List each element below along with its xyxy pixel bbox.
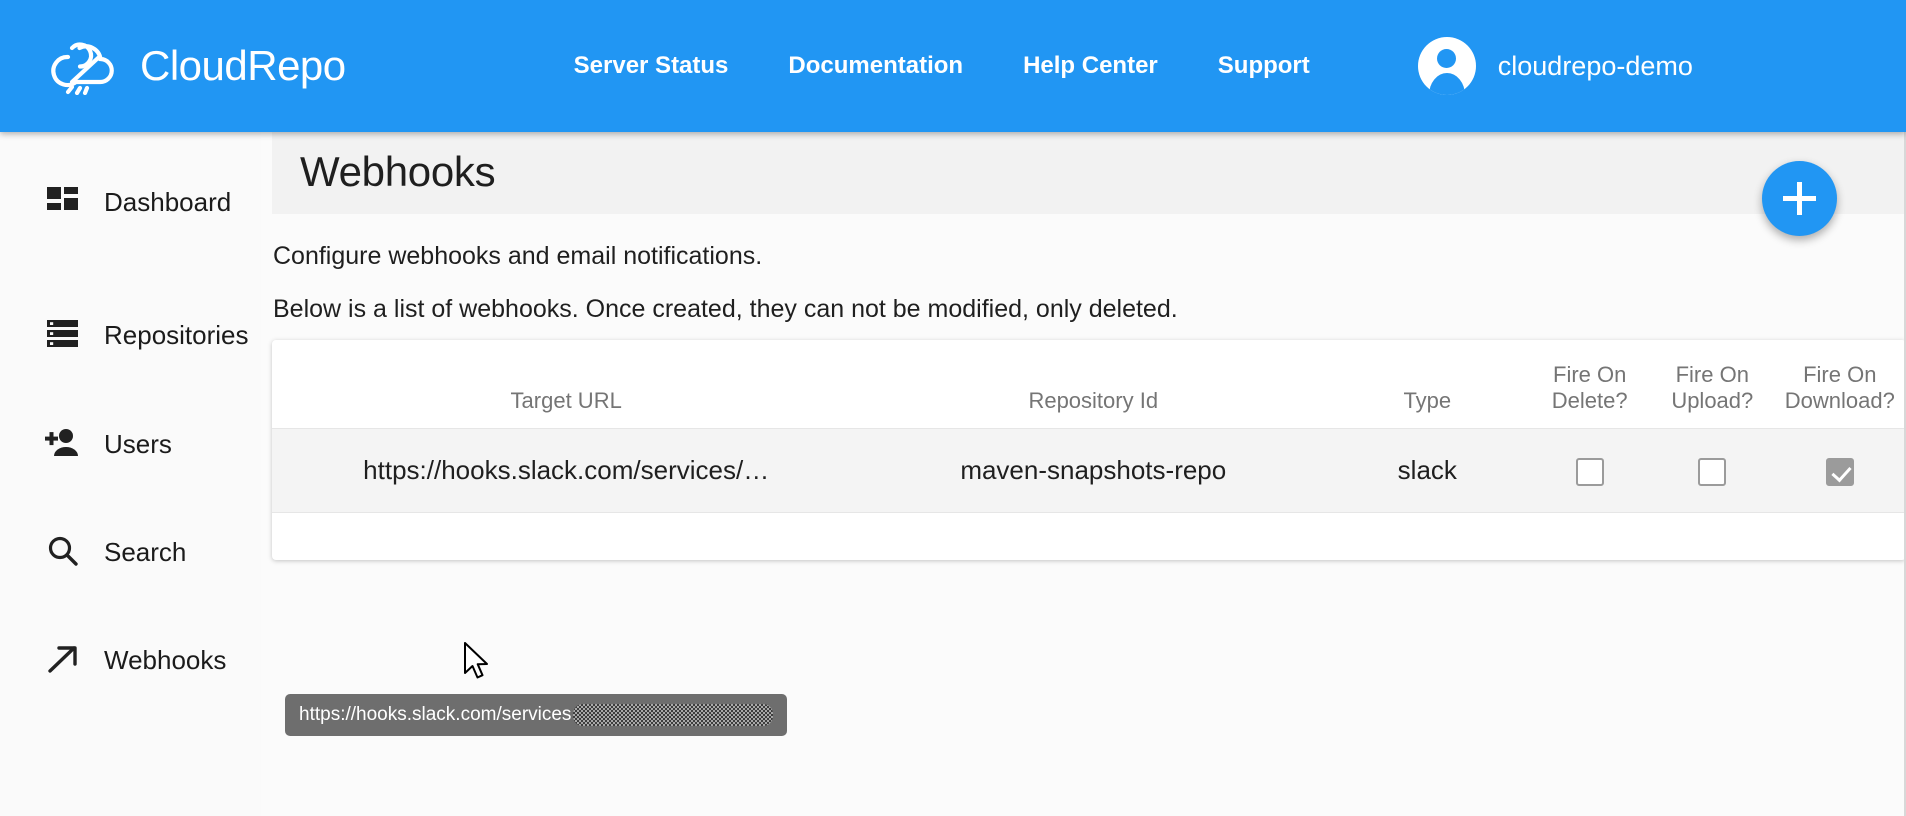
cell-fire-on-delete (1528, 428, 1651, 513)
target-url-tooltip: https://hooks.slack.com/services (285, 694, 788, 736)
checkbox-fire-on-download[interactable] (1825, 457, 1854, 486)
tooltip-redacted-region (573, 704, 774, 726)
cell-target-url[interactable]: https://hooks.slack.com/services/… (272, 428, 861, 513)
column-header-fire-on-download[interactable]: Fire On Download? (1773, 340, 1906, 429)
sidebar-item-dashboard[interactable]: Dashboard (44, 180, 231, 224)
webhooks-table: Target URL Repository Id Type Fire On De… (272, 340, 1906, 513)
table-header: Target URL Repository Id Type Fire On De… (272, 340, 1906, 429)
magnifier-icon (44, 533, 82, 571)
person-add-icon (44, 425, 82, 463)
cell-repository-id: maven-snapshots-repo (860, 428, 1327, 513)
page-title: Webhooks (300, 148, 496, 195)
sidebar-item-label: Search (104, 536, 187, 567)
checkbox-fire-on-upload[interactable] (1698, 457, 1727, 486)
sidebar-item-label: Users (104, 428, 172, 459)
table-row[interactable]: https://hooks.slack.com/services/… maven… (272, 428, 1906, 513)
column-header-fire-on-upload[interactable]: Fire On Upload? (1651, 340, 1774, 429)
nav-link-help-center[interactable]: Help Center (993, 52, 1188, 80)
checkbox-fire-on-delete[interactable] (1575, 457, 1604, 486)
table-body: https://hooks.slack.com/services/… maven… (272, 428, 1906, 513)
webhooks-table-card: Target URL Repository Id Type Fire On De… (272, 340, 1906, 560)
column-header-fire-on-delete[interactable]: Fire On Delete? (1528, 340, 1651, 429)
column-header-type[interactable]: Type (1326, 340, 1529, 429)
user-menu[interactable]: cloudrepo-demo (1417, 37, 1693, 95)
sidebar-item-repositories[interactable]: Repositories (44, 313, 249, 357)
brand-name: CloudRepo (140, 42, 346, 89)
dashboard-grid-icon (44, 183, 82, 221)
description-paragraph-2: Below is a list of webhooks. Once create… (273, 295, 1178, 323)
tooltip-text: https://hooks.slack.com/services (299, 704, 572, 725)
sidebar-item-label: Webhooks (104, 644, 227, 675)
sidebar: Dashboard Repositories Users Search Webh… (0, 132, 261, 816)
cell-type: slack (1326, 428, 1529, 513)
cloud-repo-logo-icon (51, 42, 114, 95)
add-webhook-button[interactable] (1762, 161, 1837, 236)
cell-fire-on-download (1773, 428, 1906, 513)
nav-links: Server Status Documentation Help Center … (544, 52, 1340, 80)
cell-fire-on-upload (1651, 428, 1774, 513)
column-header-target-url[interactable]: Target URL (272, 340, 861, 429)
top-navigation-bar: CloudRepo Server Status Documentation He… (0, 0, 1906, 132)
sidebar-item-webhooks[interactable]: Webhooks (44, 638, 226, 682)
user-name-label: cloudrepo-demo (1497, 50, 1693, 81)
description-paragraph-1: Configure webhooks and email notificatio… (273, 242, 763, 270)
column-header-repository-id[interactable]: Repository Id (860, 340, 1327, 429)
arrow-up-right-icon (44, 641, 82, 679)
nav-link-support[interactable]: Support (1188, 52, 1340, 80)
nav-link-documentation[interactable]: Documentation (758, 52, 993, 80)
sidebar-item-label: Dashboard (104, 186, 232, 217)
sidebar-item-users[interactable]: Users (44, 422, 172, 466)
brand[interactable]: CloudRepo (48, 37, 346, 95)
nav-link-server-status[interactable]: Server Status (544, 52, 759, 80)
page-header: Webhooks (272, 132, 1906, 214)
sidebar-item-label: Repositories (104, 319, 249, 350)
user-avatar-icon (1417, 37, 1476, 95)
table-header-row: Target URL Repository Id Type Fire On De… (272, 340, 1906, 429)
sidebar-item-search[interactable]: Search (44, 530, 186, 574)
server-stack-icon (44, 316, 82, 354)
